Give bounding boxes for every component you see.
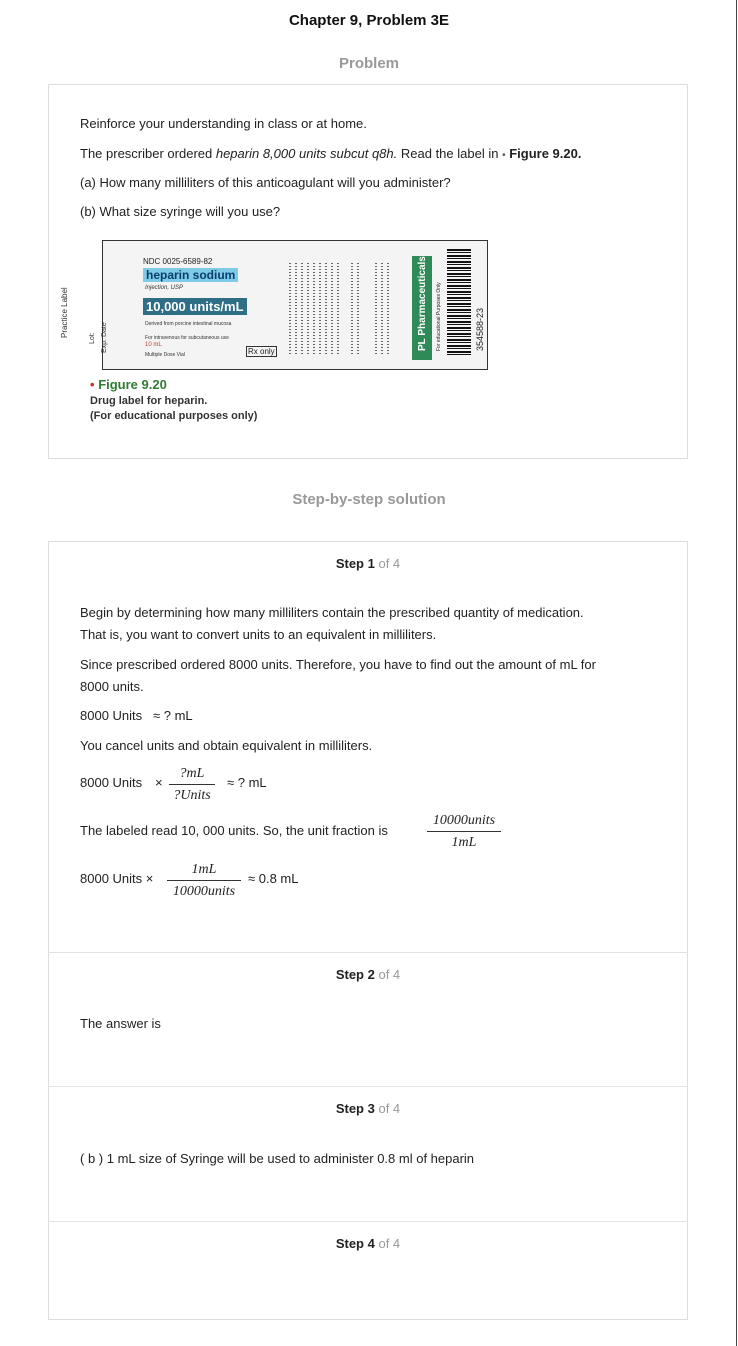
- fraction-numerator: ?mL: [179, 766, 205, 781]
- injection-type: Injection, USP: [145, 285, 184, 291]
- question-b: (b) What size syringe will you use?: [80, 204, 281, 219]
- solution-box: Step 1 of 4 Begin by determining how man…: [48, 541, 688, 1320]
- approx-symbol: ≈: [153, 708, 161, 723]
- fine-print-column: [351, 263, 353, 355]
- fine-print-column: [381, 263, 383, 355]
- step-label: Step 1: [335, 556, 375, 571]
- prescription-text-b: Read the label in: [397, 146, 503, 161]
- step1-paragraph-2b: 8000 units.: [80, 679, 144, 694]
- rx-only-badge: Rx only: [246, 346, 277, 357]
- fine-print-column: [313, 263, 315, 355]
- figure-caption-1: Drug label for heparin.: [90, 395, 208, 407]
- fraction-denominator: 1mL: [451, 835, 477, 850]
- fine-print-column: [387, 263, 389, 355]
- step-1-title: Step 1 of 4: [49, 556, 687, 571]
- fine-print-column: [325, 263, 327, 355]
- solution-heading: Step-by-step solution: [292, 491, 446, 508]
- manufacturer-name: PL Pharmaceuticals: [417, 256, 428, 351]
- fine-print-column: [375, 263, 377, 355]
- unit-fraction: 10000units 1mL: [427, 813, 501, 851]
- educational-note: For educational Purposes Only: [436, 282, 442, 351]
- ndc-code: NDC 0025-6589-82: [143, 257, 213, 266]
- eq2-left: 8000 Units: [80, 775, 143, 790]
- step3-text: ( b ) 1 mL size of Syringe will be used …: [80, 1151, 475, 1166]
- step-count: of 4: [378, 556, 401, 571]
- fine-print-column: [337, 263, 339, 355]
- problem-box: Reinforce your understanding in class or…: [48, 84, 688, 459]
- problem-heading: Problem: [338, 55, 399, 72]
- fraction-denominator: ?Units: [173, 788, 211, 803]
- step-3-title: Step 3 of 4: [49, 1101, 687, 1116]
- fraction-ml-per-units: ?mL ?Units: [169, 766, 215, 804]
- prescription-text-a: The prescriber ordered: [80, 146, 216, 161]
- conversion-fraction: 1mL 10000units: [167, 862, 241, 900]
- eq3-right: ≈ 0.8 mL: [248, 871, 299, 886]
- step-count: of 4: [378, 1101, 401, 1116]
- fine-print-column: [319, 263, 321, 355]
- route-text: For intravenous for subcutaneous use: [145, 335, 229, 341]
- fine-print-column: [301, 263, 303, 355]
- times-symbol: ×: [155, 775, 163, 790]
- figure-title-text: Figure 9.20: [98, 377, 167, 392]
- vial-text: Multiple Dose Vial: [145, 352, 185, 358]
- step1-paragraph-2a: Since prescribed ordered 8000 units. The…: [80, 657, 596, 672]
- drug-concentration: 10,000 units/mL: [143, 298, 247, 315]
- step1-paragraph-1b: That is, you want to convert units to an…: [80, 627, 437, 642]
- eq1-right: ? mL: [163, 708, 193, 723]
- fraction-bar: [169, 784, 215, 785]
- figure-reference-link[interactable]: Figure 9.20.: [509, 146, 581, 161]
- step-divider: [48, 1086, 688, 1087]
- fine-print-column: [357, 263, 359, 355]
- step-count: of 4: [378, 967, 401, 982]
- barcode-number: 354588-23: [475, 307, 485, 351]
- drug-name: heparin sodium: [143, 268, 239, 282]
- page-title: Chapter 9, Problem 3E: [288, 12, 450, 29]
- equation-1: 8000 Units ≈ ? mL: [80, 708, 193, 723]
- lot-text: Lot:: [89, 332, 96, 344]
- step1-paragraph-1a: Begin by determining how many milliliter…: [80, 605, 584, 620]
- derived-text: Derived from porcine intestinal mucosa: [145, 321, 232, 327]
- step-count: of 4: [378, 1236, 401, 1251]
- eq1-left: 8000 Units: [80, 708, 143, 723]
- question-a: (a) How many milliliters of this anticoa…: [80, 175, 451, 190]
- problem-prescription: The prescriber ordered heparin 8,000 uni…: [80, 146, 581, 161]
- fraction-numerator: 10000units: [432, 813, 496, 828]
- step-divider: [48, 1221, 688, 1222]
- drug-label-image: Practice Label Lot: Exp. Date NDC 0025-6…: [60, 240, 488, 370]
- fraction-bar: [167, 880, 241, 881]
- fine-print-column: [289, 263, 291, 355]
- page-right-border: [736, 0, 737, 1346]
- step-divider: [48, 952, 688, 953]
- exp-date-text: Exp. Date: [101, 322, 108, 353]
- practice-label-text: Practice Label: [60, 287, 69, 338]
- problem-intro: Reinforce your understanding in class or…: [80, 116, 367, 131]
- step1-paragraph-3: You cancel units and obtain equivalent i…: [80, 738, 373, 753]
- figure-title: • Figure 9.20: [90, 377, 167, 392]
- fraction-bar: [427, 831, 501, 832]
- figure-caption-2: (For educational purposes only): [90, 410, 258, 422]
- step-label: Step 2: [335, 967, 375, 982]
- barcode-graphic: [447, 249, 471, 357]
- fraction-denominator: 10000units: [172, 884, 236, 899]
- step-label: Step 4: [335, 1236, 375, 1251]
- eq3-left: 8000 Units ×: [80, 871, 154, 886]
- step-4-title: Step 4 of 4: [49, 1236, 687, 1251]
- step1-paragraph-4: The labeled read 10, 000 units. So, the …: [80, 823, 388, 838]
- step-label: Step 3: [335, 1101, 375, 1116]
- fine-print-column: [307, 263, 309, 355]
- bullet-icon: •: [502, 150, 506, 161]
- step2-text: The answer is: [80, 1016, 161, 1031]
- fine-print-column: [295, 263, 297, 355]
- eq2-right: ≈ ? mL: [227, 775, 267, 790]
- figure-bullet-icon: •: [90, 377, 95, 392]
- prescription-order: heparin 8,000 units subcut q8h.: [215, 146, 398, 161]
- step-2-title: Step 2 of 4: [49, 967, 687, 982]
- fraction-numerator: 1mL: [191, 862, 217, 877]
- volume-text: 10 mL: [145, 342, 162, 348]
- fine-print-column: [331, 263, 333, 355]
